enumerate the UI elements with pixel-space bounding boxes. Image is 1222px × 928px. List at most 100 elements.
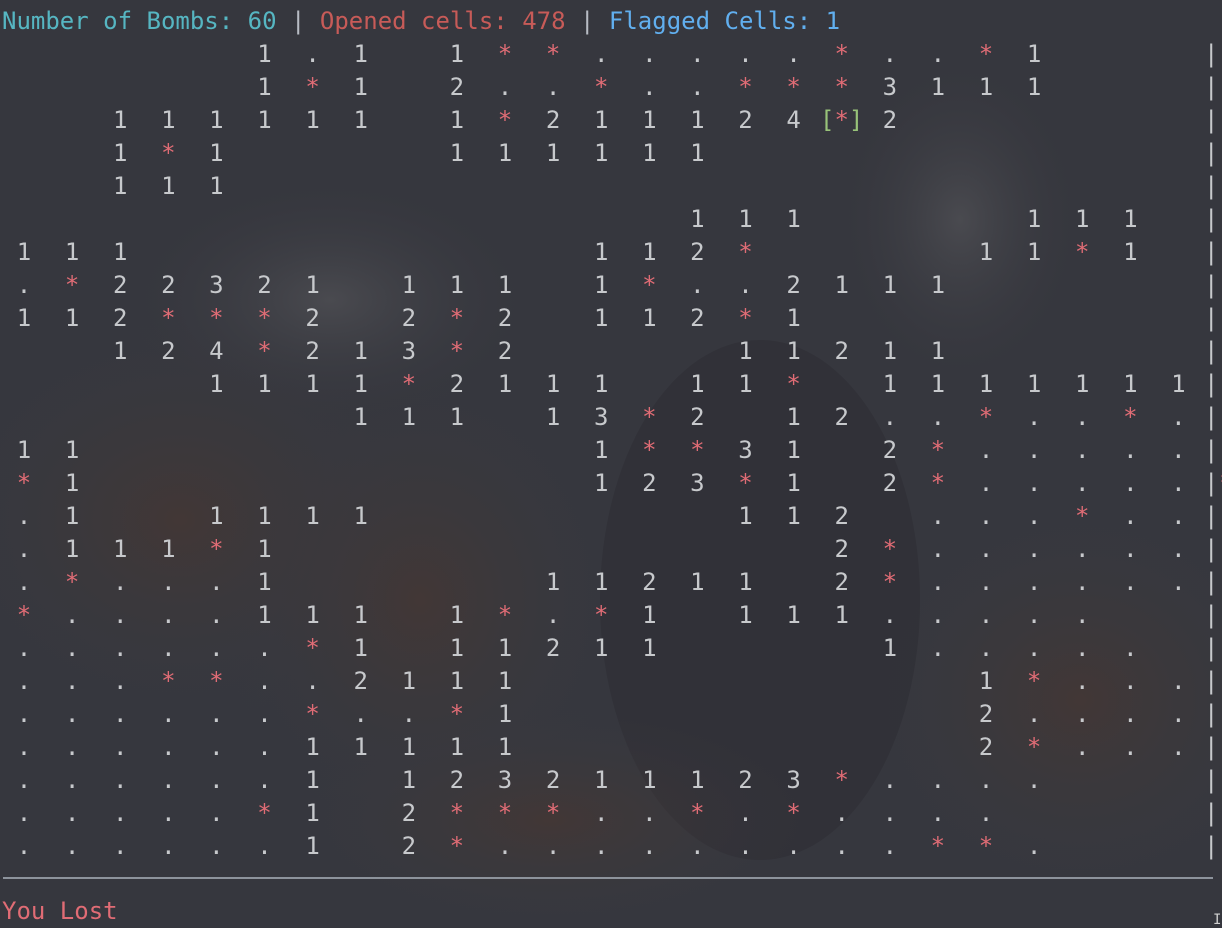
unopened-cell[interactable]: . xyxy=(1019,533,1049,566)
number-cell[interactable]: 1 xyxy=(490,632,520,665)
unopened-cell[interactable]: . xyxy=(1019,500,1049,533)
number-cell[interactable]: 1 xyxy=(731,566,761,599)
number-cell[interactable]: 1 xyxy=(779,599,809,632)
unopened-cell[interactable]: . xyxy=(250,731,280,764)
unopened-cell[interactable]: . xyxy=(1115,467,1145,500)
unopened-cell[interactable]: . xyxy=(9,698,39,731)
number-cell[interactable]: 1 xyxy=(153,104,183,137)
unopened-cell[interactable]: . xyxy=(105,566,135,599)
number-cell[interactable]: 1 xyxy=(682,368,712,401)
bomb-cell[interactable]: * xyxy=(779,368,809,401)
unopened-cell[interactable]: . xyxy=(971,566,1001,599)
number-cell[interactable]: 1 xyxy=(298,500,328,533)
bomb-cell[interactable]: * xyxy=(490,38,520,71)
unopened-cell[interactable]: . xyxy=(779,830,809,863)
unopened-cell[interactable]: . xyxy=(250,632,280,665)
number-cell[interactable]: 1 xyxy=(346,632,376,665)
number-cell[interactable]: 1 xyxy=(682,566,712,599)
unopened-cell[interactable]: . xyxy=(201,599,231,632)
bomb-cell[interactable]: * xyxy=(490,104,520,137)
bomb-cell[interactable]: * xyxy=(923,434,953,467)
bomb-cell[interactable]: * xyxy=(394,368,424,401)
number-cell[interactable]: 1 xyxy=(298,731,328,764)
unopened-cell[interactable]: . xyxy=(1115,566,1145,599)
number-cell[interactable]: 3 xyxy=(201,269,231,302)
bomb-cell[interactable]: * xyxy=(1019,731,1049,764)
number-cell[interactable]: 1 xyxy=(586,368,616,401)
number-cell[interactable]: 1 xyxy=(634,632,664,665)
number-cell[interactable]: 1 xyxy=(1067,368,1097,401)
unopened-cell[interactable]: . xyxy=(153,698,183,731)
number-cell[interactable]: 1 xyxy=(1163,368,1193,401)
unopened-cell[interactable]: . xyxy=(346,698,376,731)
unopened-cell[interactable]: . xyxy=(971,500,1001,533)
unopened-cell[interactable]: . xyxy=(1163,401,1193,434)
number-cell[interactable]: 1 xyxy=(57,533,87,566)
number-cell[interactable]: 2 xyxy=(731,764,761,797)
unopened-cell[interactable]: . xyxy=(971,467,1001,500)
unopened-cell[interactable]: . xyxy=(201,830,231,863)
bomb-cell[interactable]: * xyxy=(634,434,664,467)
bomb-cell[interactable]: * xyxy=(634,269,664,302)
number-cell[interactable]: 1 xyxy=(9,434,39,467)
number-cell[interactable]: 1 xyxy=(875,368,905,401)
number-cell[interactable]: 1 xyxy=(731,599,761,632)
bomb-cell[interactable]: * xyxy=(923,830,953,863)
number-cell[interactable]: 1 xyxy=(105,104,135,137)
number-cell[interactable]: 1 xyxy=(346,104,376,137)
unopened-cell[interactable]: . xyxy=(201,764,231,797)
number-cell[interactable]: 1 xyxy=(394,401,424,434)
number-cell[interactable]: 1 xyxy=(586,302,616,335)
number-cell[interactable]: 1 xyxy=(779,302,809,335)
number-cell[interactable]: 1 xyxy=(971,665,1001,698)
number-cell[interactable]: 1 xyxy=(346,401,376,434)
number-cell[interactable]: 1 xyxy=(57,302,87,335)
number-cell[interactable]: 1 xyxy=(779,203,809,236)
unopened-cell[interactable]: . xyxy=(250,830,280,863)
number-cell[interactable]: 1 xyxy=(394,269,424,302)
bomb-cell[interactable]: * xyxy=(586,71,616,104)
number-cell[interactable]: 1 xyxy=(1019,71,1049,104)
bomb-cell[interactable]: * xyxy=(298,632,328,665)
number-cell[interactable]: 1 xyxy=(346,71,376,104)
number-cell[interactable]: 1 xyxy=(586,632,616,665)
number-cell[interactable]: 1 xyxy=(490,698,520,731)
number-cell[interactable]: 2 xyxy=(634,467,664,500)
number-cell[interactable]: 1 xyxy=(442,599,472,632)
number-cell[interactable]: 1 xyxy=(394,665,424,698)
number-cell[interactable]: 4 xyxy=(201,335,231,368)
bomb-cell[interactable]: * xyxy=(731,467,761,500)
number-cell[interactable]: 2 xyxy=(875,434,905,467)
number-cell[interactable]: 1 xyxy=(442,104,472,137)
number-cell[interactable]: 1 xyxy=(875,632,905,665)
unopened-cell[interactable]: . xyxy=(1067,731,1097,764)
unopened-cell[interactable]: . xyxy=(1067,434,1097,467)
unopened-cell[interactable]: . xyxy=(1163,500,1193,533)
number-cell[interactable]: 1 xyxy=(779,467,809,500)
number-cell[interactable]: 2 xyxy=(298,335,328,368)
number-cell[interactable]: 2 xyxy=(682,236,712,269)
bomb-cell[interactable]: * xyxy=(875,566,905,599)
number-cell[interactable]: 1 xyxy=(634,104,664,137)
unopened-cell[interactable]: . xyxy=(9,533,39,566)
unopened-cell[interactable]: . xyxy=(1115,434,1145,467)
number-cell[interactable]: 1 xyxy=(490,731,520,764)
number-cell[interactable]: 1 xyxy=(634,302,664,335)
number-cell[interactable]: 1 xyxy=(827,269,857,302)
number-cell[interactable]: 1 xyxy=(586,269,616,302)
bomb-cell[interactable]: * xyxy=(57,269,87,302)
bomb-cell[interactable]: * xyxy=(153,302,183,335)
unopened-cell[interactable]: . xyxy=(971,599,1001,632)
number-cell[interactable]: 2 xyxy=(442,764,472,797)
unopened-cell[interactable]: . xyxy=(153,599,183,632)
unopened-cell[interactable]: . xyxy=(586,797,616,830)
unopened-cell[interactable]: . xyxy=(394,698,424,731)
unopened-cell[interactable]: . xyxy=(1019,698,1049,731)
unopened-cell[interactable]: . xyxy=(1019,830,1049,863)
unopened-cell[interactable]: . xyxy=(57,830,87,863)
number-cell[interactable]: 1 xyxy=(346,500,376,533)
number-cell[interactable]: 1 xyxy=(250,533,280,566)
unopened-cell[interactable]: . xyxy=(682,38,712,71)
number-cell[interactable]: 2 xyxy=(394,302,424,335)
unopened-cell[interactable]: . xyxy=(634,38,664,71)
